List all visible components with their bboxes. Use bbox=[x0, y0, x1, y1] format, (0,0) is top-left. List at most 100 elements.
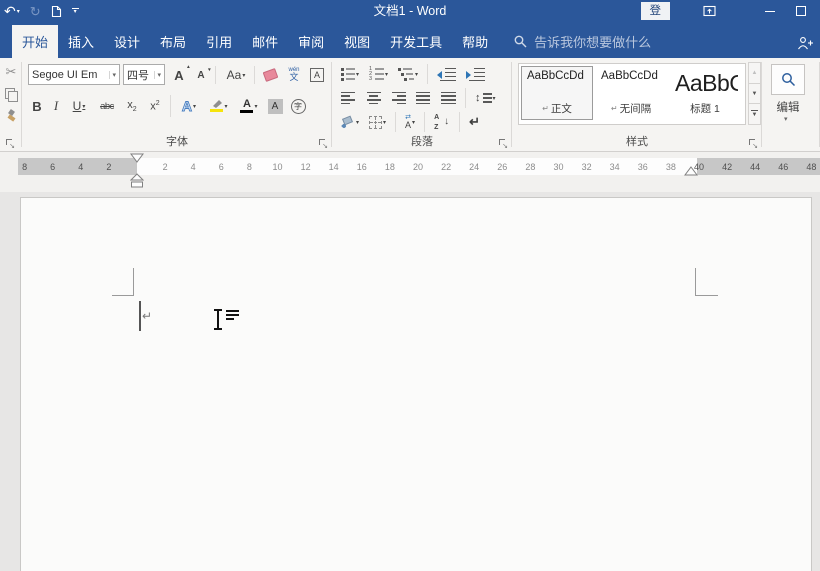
text-highlight-button[interactable] bbox=[205, 100, 233, 112]
tab-insert[interactable]: 插入 bbox=[58, 25, 104, 58]
multilevel-list-button[interactable] bbox=[395, 64, 421, 84]
superscript-button[interactable]: x2 bbox=[145, 100, 165, 113]
distribute-button[interactable] bbox=[438, 88, 459, 108]
first-line-indent-marker[interactable] bbox=[130, 153, 144, 163]
decrease-indent-button[interactable] bbox=[434, 64, 459, 84]
align-left-icon bbox=[341, 91, 356, 105]
title-bar: ↶ ↻ 文档1 - Word 登录 bbox=[0, 0, 820, 35]
strikethrough-button[interactable]: abc bbox=[95, 101, 119, 112]
window-title: 文档1 - Word bbox=[373, 4, 447, 18]
change-case-icon: Aa bbox=[226, 68, 242, 82]
margin-crop-mark-top-left bbox=[133, 268, 134, 296]
numbering-button[interactable]: 1 2 3 bbox=[366, 64, 391, 84]
style-no-spacing[interactable]: AaBbCcDd ↵ 无间隔 bbox=[595, 66, 667, 120]
font-color-button[interactable]: A bbox=[236, 99, 262, 113]
italic-icon: I bbox=[53, 98, 59, 113]
ribbon-display-options-icon bbox=[703, 5, 716, 17]
margin-crop-mark-top-left bbox=[112, 295, 134, 296]
character-border-button[interactable]: A bbox=[307, 66, 327, 84]
subscript-button[interactable]: x2 bbox=[122, 99, 142, 113]
increase-indent-button[interactable] bbox=[463, 64, 488, 84]
borders-icon bbox=[369, 115, 383, 129]
editing-group-label[interactable]: 编辑 bbox=[762, 99, 814, 115]
tab-developer[interactable]: 开发工具 bbox=[380, 25, 452, 58]
enclose-characters-icon: 字 bbox=[290, 98, 306, 114]
align-right-button[interactable] bbox=[388, 88, 409, 108]
style-heading1[interactable]: AaBbCcDd 标题 1 bbox=[669, 66, 741, 120]
maximize-button[interactable] bbox=[796, 6, 806, 16]
styles-more-button[interactable]: ▼ bbox=[748, 103, 761, 126]
sort-button[interactable]: A Z ↓ bbox=[431, 112, 453, 132]
tab-design[interactable]: 设计 bbox=[104, 25, 150, 58]
paragraph-dialog-launcher[interactable] bbox=[498, 138, 508, 150]
clear-formatting-button[interactable] bbox=[259, 66, 281, 84]
editing-group: 编辑 ▾ bbox=[762, 58, 820, 151]
align-left-button[interactable] bbox=[338, 88, 359, 108]
clipboard-dialog-launcher[interactable] bbox=[5, 138, 15, 150]
highlighter-icon bbox=[210, 100, 224, 112]
shading-button[interactable] bbox=[338, 112, 362, 132]
phonetic-guide-button[interactable]: wén 文 bbox=[283, 64, 305, 85]
tab-review[interactable]: 审阅 bbox=[288, 25, 334, 58]
character-shading-button[interactable]: A bbox=[265, 98, 285, 114]
tab-layout[interactable]: 布局 bbox=[150, 25, 196, 58]
strikethrough-icon: abc bbox=[100, 100, 114, 112]
hanging-indent-marker[interactable] bbox=[130, 173, 144, 189]
phonetic-guide-icon: wén 文 bbox=[288, 67, 300, 82]
find-button[interactable] bbox=[771, 64, 805, 95]
font-name-combobox[interactable]: Segoe UI Em bbox=[28, 64, 120, 85]
tab-mailings[interactable]: 邮件 bbox=[242, 25, 288, 58]
format-painter-button[interactable] bbox=[5, 109, 18, 122]
document-page[interactable] bbox=[20, 197, 812, 571]
styles-scroll-down-button[interactable]: ▼ bbox=[748, 82, 761, 105]
margin-crop-mark-top-right bbox=[696, 295, 718, 296]
bold-button[interactable]: B bbox=[28, 99, 46, 114]
styles-dialog-launcher[interactable] bbox=[748, 138, 758, 150]
text-effects-button[interactable]: A bbox=[176, 98, 202, 115]
tab-references[interactable]: 引用 bbox=[196, 25, 242, 58]
tell-me-placeholder: 告诉我你想要做什么 bbox=[534, 35, 652, 50]
search-icon bbox=[514, 35, 527, 48]
styles-group: AaBbCcDd ↵正文 AaBbCcDd ↵无间隔 AaBbCcDd 标题 1… bbox=[512, 58, 762, 151]
pilcrow-icon: ↵ bbox=[542, 104, 549, 113]
character-border-icon: A bbox=[310, 68, 324, 82]
find-search-icon bbox=[781, 73, 795, 87]
ribbon-display-options-button[interactable] bbox=[703, 5, 716, 17]
tell-me-search[interactable]: 告诉我你想要做什么 bbox=[514, 25, 651, 58]
cut-button[interactable]: ✂ bbox=[6, 64, 17, 80]
line-spacing-button[interactable]: ↕ bbox=[472, 88, 499, 108]
align-center-button[interactable] bbox=[363, 88, 384, 108]
justify-button[interactable] bbox=[413, 88, 434, 108]
tab-view[interactable]: 视图 bbox=[334, 25, 380, 58]
font-size-combobox[interactable]: 四号 bbox=[123, 64, 165, 85]
minimize-button[interactable] bbox=[765, 11, 775, 12]
font-dialog-launcher[interactable] bbox=[318, 138, 328, 150]
paragraph-mark-icon: ↵ bbox=[469, 114, 480, 129]
scissors-icon: ✂ bbox=[5, 64, 17, 79]
tab-home[interactable]: 开始 bbox=[12, 25, 59, 58]
borders-button[interactable] bbox=[366, 112, 389, 132]
right-indent-marker[interactable] bbox=[684, 166, 698, 176]
paragraph-group: 1 2 3 bbox=[332, 58, 512, 151]
shrink-font-button[interactable]: A bbox=[191, 66, 211, 84]
style-normal[interactable]: AaBbCcDd ↵ 正文 bbox=[521, 66, 593, 120]
tab-help[interactable]: 帮助 bbox=[452, 25, 498, 58]
paint-bucket-icon bbox=[341, 115, 355, 129]
enclose-characters-button[interactable]: 字 bbox=[288, 98, 308, 114]
italic-button[interactable]: I bbox=[49, 98, 63, 114]
asian-layout-button[interactable]: ⇄ A bbox=[402, 112, 418, 132]
editing-dropdown-caret[interactable]: ▾ bbox=[784, 115, 788, 123]
format-painter-icon bbox=[6, 109, 16, 122]
clipboard-group: ✂ bbox=[0, 58, 22, 151]
add-person-button[interactable] bbox=[797, 36, 814, 50]
grow-font-button[interactable]: A bbox=[169, 64, 190, 84]
align-center-icon bbox=[366, 91, 381, 105]
copy-button[interactable] bbox=[5, 88, 18, 102]
sign-in-button[interactable]: 登录 bbox=[640, 2, 670, 35]
change-case-button[interactable]: Aa bbox=[221, 66, 251, 84]
underline-button[interactable]: U bbox=[66, 99, 92, 113]
styles-scroll-up-button[interactable]: ▲ bbox=[748, 62, 761, 84]
show-hide-marks-button[interactable]: ↵ bbox=[466, 112, 483, 132]
grow-font-icon: A bbox=[174, 64, 190, 83]
bullets-button[interactable] bbox=[338, 64, 362, 84]
